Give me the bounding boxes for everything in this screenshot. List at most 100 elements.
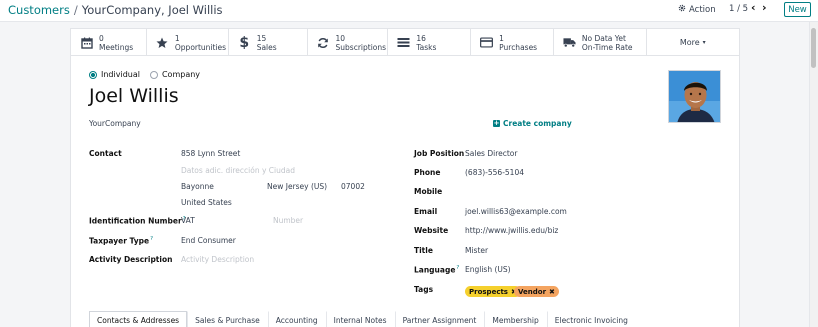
list-icon [397,36,410,49]
credit-card-icon [480,36,494,49]
avatar[interactable] [668,70,721,123]
tasks-label: Tasks [416,42,437,52]
partner-name-field[interactable]: Joel Willis [89,85,179,107]
action-menu-button[interactable]: Action [678,4,716,15]
on-time-rate-value: No Data Yet [581,33,626,43]
radio-individual[interactable] [89,70,97,79]
company-type-radio: Individual Company [89,70,200,79]
caret-down-icon: ▾ [702,39,706,46]
form-sheet: 0 Meetings 1 Opportunities $ 15 Sales 10 Sub… [70,28,740,327]
taxpayer-type-label: Taxpayer Type? [89,236,154,246]
breadcrumb: Customers / YourCompany, Joel Willis [8,3,223,17]
subscriptions-count: 10 [335,33,346,43]
activity-description-field[interactable]: Activity Description [181,255,254,264]
contact-label: Contact [89,149,122,158]
opportunities-count: 1 [174,33,180,43]
country-field[interactable]: United States [181,198,232,207]
new-button[interactable]: New [784,2,811,17]
website-label: Website [414,226,449,235]
breadcrumb-current: YourCompany, Joel Willis [81,3,223,17]
city-field[interactable]: Bayonne [181,182,214,191]
tags-label: Tags [414,285,434,294]
tab-contacts-addresses[interactable]: Contacts & Addresses [89,311,188,327]
truck-icon [563,36,576,49]
control-panel: Customers / YourCompany, Joel Willis Actio… [0,0,818,22]
tab-membership[interactable]: Membership [484,311,546,327]
create-company-button[interactable]: + Create company [493,119,572,128]
more-button[interactable]: More ▾ [647,29,739,56]
chevron-right-icon[interactable]: › [762,1,767,14]
id-number-field[interactable]: Number [273,216,303,225]
chevron-left-icon[interactable]: ‹ [751,1,756,14]
activity-description-label: Activity Description [89,255,173,264]
taxpayer-type-field[interactable]: End Consumer [181,236,236,245]
opportunities-label: Opportunities [174,42,227,52]
on-time-rate-label: On-Time Rate [581,42,633,52]
identification-number-label: Identification Number? [89,216,186,226]
subscriptions-button[interactable]: 10 Subscriptions [308,29,389,56]
help-tooltip-icon[interactable]: ? [150,236,153,242]
sales-count: 15 [256,33,267,43]
email-field[interactable]: joel.willis63@example.com [465,207,567,216]
meetings-button[interactable]: 0 Meetings [71,29,147,56]
close-icon[interactable]: ✖ [549,288,555,296]
language-field[interactable]: English (US) [465,265,511,274]
gear-icon [678,4,686,15]
meetings-count: 0 [99,33,104,43]
purchases-count: 1 [499,33,504,43]
tag-label: Prospects [469,287,508,296]
state-field[interactable]: New Jersey (US) [267,182,327,191]
radio-company[interactable] [149,70,158,79]
scrollbar-thumb[interactable] [811,28,816,68]
subscriptions-label: Subscriptions [335,42,387,52]
action-label: Action [689,4,716,15]
notebook-tabs: Contacts & Addresses Sales & Purchase Ac… [89,311,689,327]
zip-field[interactable]: 07002 [341,182,365,191]
more-label: More [679,38,700,47]
breadcrumb-customers-link[interactable]: Customers [8,3,70,17]
plus-square-icon: + [493,119,500,127]
sales-button[interactable]: $ 15 Sales [229,29,308,56]
purchases-label: Purchases [499,42,538,52]
star-icon [156,36,169,49]
email-label: Email [414,207,438,216]
title-field[interactable]: Mister [465,246,488,255]
tag-prospects: Prospects ✖ [465,286,521,297]
meetings-label: Meetings [99,42,134,52]
tag-vendor: Vendor ✖ [514,286,559,297]
opportunities-button[interactable]: 1 Opportunities [147,29,229,56]
tab-accounting[interactable]: Accounting [267,311,326,327]
tasks-button[interactable]: 16 Tasks [388,29,472,56]
job-position-field[interactable]: Sales Director [465,149,517,158]
help-tooltip-icon[interactable]: ? [456,265,459,271]
breadcrumb-separator: / [73,3,78,17]
mobile-label: Mobile [414,187,443,196]
id-type-field[interactable]: VAT [181,216,195,225]
smart-button-bar: 0 Meetings 1 Opportunities $ 15 Sales 10 Sub… [71,29,739,56]
street-field[interactable]: 858 Lynn Street [181,149,240,158]
phone-field[interactable]: (683)-556-5104 [465,168,524,177]
job-position-label: Job Position [414,149,465,158]
street2-field[interactable]: Datos adic. dirección y Ciudad [181,166,295,175]
sales-label: Sales [256,42,277,52]
parent-company-field[interactable]: YourCompany [89,119,141,128]
radio-company-label[interactable]: Company [162,70,200,79]
create-company-label: Create company [503,119,572,128]
mobile-field[interactable] [465,187,665,197]
tab-sales-purchase[interactable]: Sales & Purchase [187,311,268,327]
calendar-icon [80,36,93,49]
phone-label: Phone [414,168,441,177]
tab-partner-assignment[interactable]: Partner Assignment [394,311,485,327]
radio-individual-label[interactable]: Individual [101,70,140,79]
tab-electronic-invoicing[interactable]: Electronic Invoicing [546,311,636,327]
website-field[interactable]: http://www.jwillis.edu/biz [465,226,558,235]
tag-label: Vendor [518,287,547,296]
on-time-rate-button[interactable]: No Data Yet On-Time Rate [554,29,647,56]
pager-value[interactable]: 1 / 5 [729,4,748,14]
tab-internal-notes[interactable]: Internal Notes [325,311,395,327]
refresh-icon [317,36,330,49]
title-label: Title [414,246,433,255]
purchases-button[interactable]: 1 Purchases [471,29,554,56]
language-label: Language? [414,265,460,275]
dollar-icon: $ [239,34,250,51]
